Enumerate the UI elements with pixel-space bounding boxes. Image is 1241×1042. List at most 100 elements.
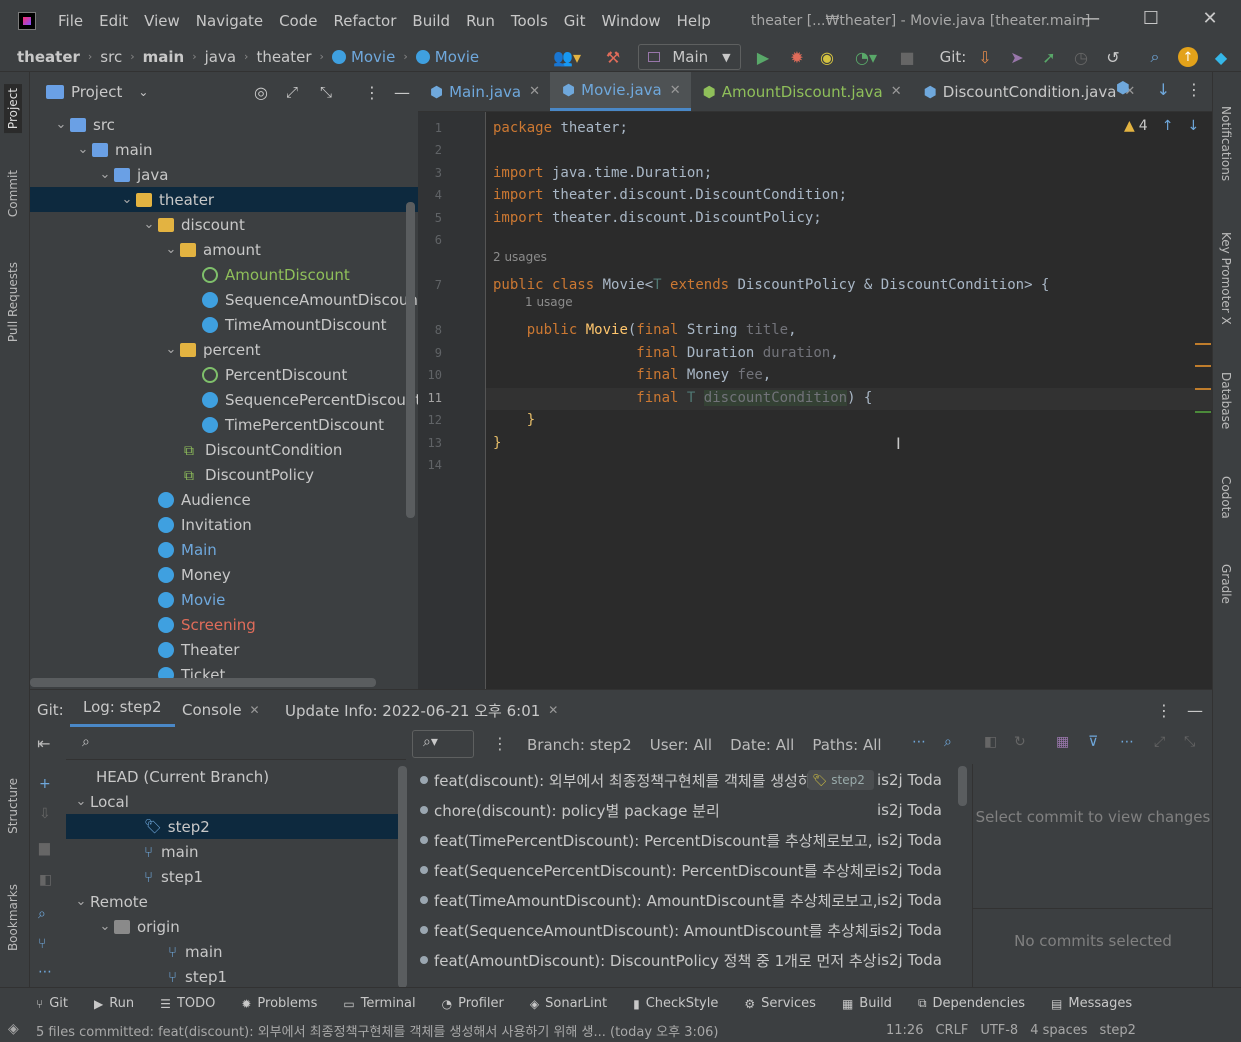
push-icon[interactable]: ➚ xyxy=(1038,44,1060,70)
tree-item[interactable]: Money xyxy=(30,562,418,587)
filter-icon[interactable]: ⊽ xyxy=(1088,734,1098,750)
menu-edit[interactable]: Edit xyxy=(99,12,128,30)
menu-file[interactable]: File xyxy=(58,12,83,30)
hammer-icon[interactable]: ⚒ xyxy=(600,44,626,70)
history-icon[interactable]: ◷ xyxy=(1070,44,1092,70)
tool-tab-structure[interactable]: Structure xyxy=(6,778,20,834)
profile-icon[interactable]: ◔▾ xyxy=(846,44,886,70)
delete-icon[interactable]: ▆ xyxy=(39,840,50,856)
menu-tools[interactable]: Tools xyxy=(511,12,548,30)
run-config-select[interactable]: Main ▼ xyxy=(638,44,741,70)
hide-icon[interactable]: — xyxy=(1187,690,1203,730)
menu-code[interactable]: Code xyxy=(279,12,317,30)
breadcrumb-item[interactable]: main xyxy=(143,48,185,66)
refresh-icon[interactable]: ↻ xyxy=(1014,734,1026,750)
search-icon[interactable]: ⌕ xyxy=(944,734,952,750)
collapse-icon[interactable]: ⤡ xyxy=(1184,734,1195,750)
coverage-icon[interactable]: ◉ xyxy=(816,44,838,70)
indent-setting[interactable]: 4 spaces xyxy=(1030,1023,1087,1038)
menu-help[interactable]: Help xyxy=(677,12,711,30)
tool-window-profiler[interactable]: ◔ Profiler xyxy=(442,996,504,1011)
tree-item[interactable]: ⌄ percent xyxy=(30,337,418,362)
minimize-icon[interactable]: — xyxy=(1076,8,1106,29)
commit-row[interactable]: feat(SequenceAmountDiscount): AmountDisc… xyxy=(416,915,956,945)
editor-tab[interactable]: ⬢ AmountDiscount.java ✕ xyxy=(691,72,912,111)
fetch-icon[interactable]: ⇩ xyxy=(39,806,51,822)
chevron-down-icon[interactable]: ⌄ xyxy=(52,117,70,132)
tool-tab-bookmarks[interactable]: Bookmarks xyxy=(6,884,20,951)
tree-item[interactable]: Screening xyxy=(30,612,418,637)
branch-item[interactable]: HEAD (Current Branch) xyxy=(66,764,398,789)
usages-hint[interactable]: 1 usage xyxy=(525,295,573,309)
error-stripe[interactable] xyxy=(1195,411,1211,413)
chevron-down-icon[interactable]: ⌄ xyxy=(138,85,148,99)
options-icon[interactable]: ⋮ xyxy=(1186,80,1202,99)
close-icon[interactable]: ✕ xyxy=(250,703,260,717)
usages-hint[interactable]: 2 usages xyxy=(493,250,547,264)
branch-search[interactable]: ⌕ xyxy=(66,730,406,760)
editor-tab[interactable]: ⬢ Main.java ✕ xyxy=(418,72,550,111)
branch-item[interactable]: ⌄ origin xyxy=(66,914,398,939)
tree-item[interactable]: ⌄ discount xyxy=(30,212,418,237)
collapse-panel-icon[interactable]: ⇤ xyxy=(37,734,50,753)
tree-item[interactable]: ⌄ main xyxy=(30,137,418,162)
commit-row[interactable]: feat(SequencePercentDiscount): PercentDi… xyxy=(416,855,956,885)
tool-tab-gradle[interactable]: Gradle xyxy=(1219,564,1233,604)
file-encoding[interactable]: UTF-8 xyxy=(980,1023,1018,1038)
tree-item[interactable]: TimeAmountDiscount xyxy=(30,312,418,337)
tree-item[interactable]: Theater xyxy=(30,637,418,662)
tree-item[interactable]: Movie xyxy=(30,587,418,612)
tool-window-problems[interactable]: ✹ Problems xyxy=(241,996,317,1011)
tree-item[interactable]: ⧉ DiscountPolicy xyxy=(30,462,418,487)
commit-scrollbar[interactable] xyxy=(958,766,967,806)
add-icon[interactable]: + xyxy=(39,776,51,792)
more-icon[interactable]: ⋯ xyxy=(912,734,926,750)
warnings-indicator[interactable]: ▲ 4 ↑ ↓ xyxy=(1124,118,1199,134)
tree-item[interactable]: Main xyxy=(30,537,418,562)
chevron-down-icon[interactable]: ⌄ xyxy=(96,167,114,182)
branch-scrollbar[interactable] xyxy=(398,766,407,988)
tool-tab-key-promoter[interactable]: Key Promoter X xyxy=(1219,232,1233,325)
chevron-down-icon[interactable]: ⌄ xyxy=(162,242,180,257)
update-ide-icon[interactable]: ↑ xyxy=(1178,47,1198,67)
maximize-icon[interactable]: ☐ xyxy=(1136,8,1166,29)
rollback-icon[interactable]: ↺ xyxy=(1102,44,1124,70)
search-icon[interactable]: ⌕ xyxy=(38,906,46,922)
options-icon[interactable]: ⋮ xyxy=(492,734,508,753)
more-icon[interactable]: ⋯ xyxy=(1120,734,1134,750)
branch-item[interactable]: ⑂ main xyxy=(66,939,398,964)
editor-tab[interactable]: ⬢ DiscountCondition.java ✕ xyxy=(912,72,1146,111)
close-icon[interactable]: ✕ xyxy=(1195,8,1225,29)
tree-item[interactable]: TimePercentDiscount xyxy=(30,412,418,437)
users-icon[interactable]: 👥▾ xyxy=(550,44,584,70)
collapse-all-icon[interactable]: ⤡ xyxy=(320,83,332,101)
chevron-down-icon[interactable]: ⌄ xyxy=(74,142,92,157)
tool-window-git[interactable]: ⑂ Git xyxy=(36,996,68,1011)
close-icon[interactable]: ✕ xyxy=(548,703,558,717)
branch-item[interactable]: 🏷 step2 xyxy=(66,814,398,839)
tree-item[interactable]: ⌄ java xyxy=(30,162,418,187)
user-filter[interactable]: User: All xyxy=(650,736,712,754)
breadcrumb-item[interactable]: Movie xyxy=(351,48,395,66)
tool-window-messages[interactable]: ▤ Messages xyxy=(1051,996,1132,1011)
tool-tab-database[interactable]: Database xyxy=(1219,372,1233,429)
tool-window-sonarlint[interactable]: ◈ SonarLint xyxy=(530,996,607,1011)
search-icon[interactable]: ⌕ xyxy=(1144,44,1166,70)
tab-console[interactable]: Console ✕ xyxy=(182,690,260,730)
branch-item[interactable]: ⑂ step1 xyxy=(66,864,398,889)
tab-update-info[interactable]: Update Info: 2022-06-21 오후 6:01 ✕ xyxy=(285,690,558,730)
tool-tab-notifications[interactable]: Notifications xyxy=(1219,106,1233,181)
menu-build[interactable]: Build xyxy=(412,12,450,30)
commit-row[interactable]: feat(TimeAmountDiscount): AmountDiscount… xyxy=(416,885,956,915)
breadcrumb-item[interactable]: Movie xyxy=(435,48,479,66)
tree-item[interactable]: ⧉ DiscountCondition xyxy=(30,437,418,462)
arrow-up-icon[interactable]: ↑ xyxy=(1162,118,1174,134)
close-icon[interactable]: ✕ xyxy=(670,83,681,98)
commit-row[interactable]: feat(TimePercentDiscount): PercentDiscou… xyxy=(416,825,956,855)
chevron-down-icon[interactable]: ⌄ xyxy=(72,894,90,909)
editor-tab[interactable]: ⬢ Movie.java ✕ xyxy=(550,72,691,111)
git-branch-widget[interactable]: step2 xyxy=(1100,1023,1136,1038)
tool-window-dependencies[interactable]: ⧉ Dependencies xyxy=(918,996,1025,1011)
compare-icon[interactable]: ◧ xyxy=(39,872,52,888)
caret-position[interactable]: 11:26 xyxy=(886,1023,923,1038)
